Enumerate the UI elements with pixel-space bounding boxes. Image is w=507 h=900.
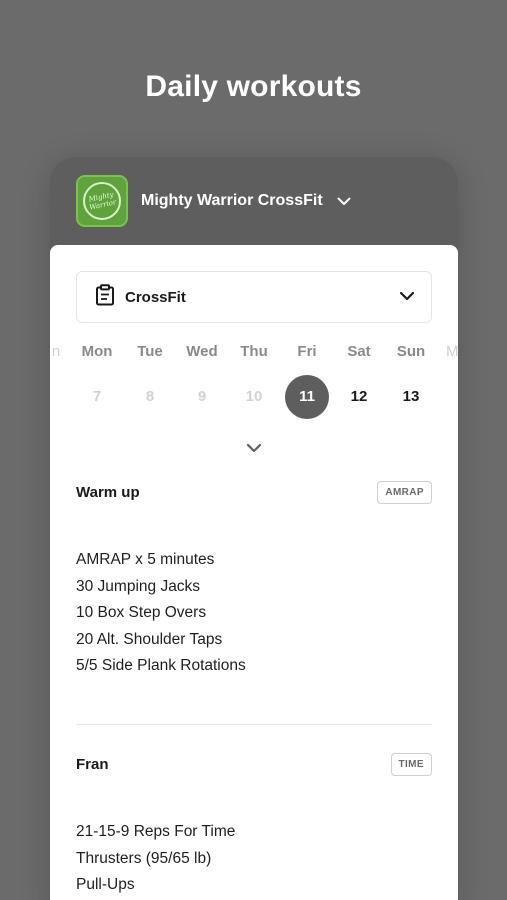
day-name: Thu [240,343,268,360]
day-number: 12 [350,388,368,405]
calendar-next-edge: M [446,341,458,363]
day-name: Sun [396,343,426,360]
workout-line: 30 Jumping Jacks [76,577,201,595]
calendar-day-fri[interactable]: Fri 11 [282,341,332,419]
day-number: 9 [197,388,207,405]
calendar-day-tue[interactable]: Tue 8 [125,341,175,419]
day-number: 13 [402,388,420,405]
program-dropdown[interactable]: CrossFit [76,271,432,323]
calendar-day-wed[interactable]: Wed 9 [177,341,227,419]
day-number: 10 [245,388,263,405]
workout-section-fran: Fran TIME 21-15-9 Reps For Time Thruster… [76,751,432,899]
day-name: M [446,343,458,360]
day-number: 8 [145,388,155,405]
chevron-down-icon [399,288,415,306]
program-label: CrossFit [125,288,186,306]
week-calendar: n Mon 7 Tue 8 Wed 9 Thu 10 Fri 11 Sat 12… [50,341,458,451]
workout-line: 10 Box Step Overs [76,604,207,621]
calendar-day-sun[interactable]: Sun 13 [386,341,436,419]
expand-calendar-icon[interactable] [244,441,264,459]
section-title: Warm up [76,483,140,501]
day-name: Mon [81,343,113,360]
workout-line: Pull-Ups [76,876,135,893]
gym-logo: Mighty Warrior [76,175,128,227]
day-name: n [51,343,61,360]
workout-line: 5/5 Side Plank Rotations [76,657,246,674]
page-headline: Daily workouts [145,70,362,103]
workout-line: 21-15-9 Reps For Time [76,823,236,840]
day-name: Sat [347,343,371,360]
gym-selector[interactable]: Mighty Warrior Mighty Warrior CrossFit [50,157,458,245]
score-type-badge: TIME [390,752,432,776]
section-divider [76,724,432,725]
app-screen: Mighty Warrior Mighty Warrior CrossFit C… [50,157,458,900]
calendar-day-thu[interactable]: Thu 10 [229,341,279,419]
day-number-selected: 11 [285,375,329,419]
calendar-day-mon[interactable]: Mon 7 [72,341,122,419]
workout-card: CrossFit n Mon 7 Tue 8 Wed 9 Thu 10 Fri … [50,245,458,900]
calendar-day-sat[interactable]: Sat 12 [334,341,384,419]
workout-line: 20 Alt. Shoulder Taps [76,630,223,648]
gym-name: Mighty Warrior CrossFit [141,192,323,209]
gym-logo-text: Mighty Warrior [88,190,117,212]
score-type-badge: AMRAP [377,480,432,504]
day-number: 7 [92,388,102,405]
clipboard-icon [95,283,115,311]
chevron-down-icon[interactable] [337,197,351,206]
workout-section-warmup: Warm up AMRAP AMRAP x 5 minutes 30 Jumpi… [76,479,432,680]
day-name: Wed [186,343,218,360]
section-title: Fran [76,755,109,773]
workout-line: AMRAP x 5 minutes [76,551,215,568]
day-name: Fri [297,343,317,360]
day-name: Tue [137,343,163,360]
workout-line: Thrusters (95/65 lb) [76,849,212,867]
